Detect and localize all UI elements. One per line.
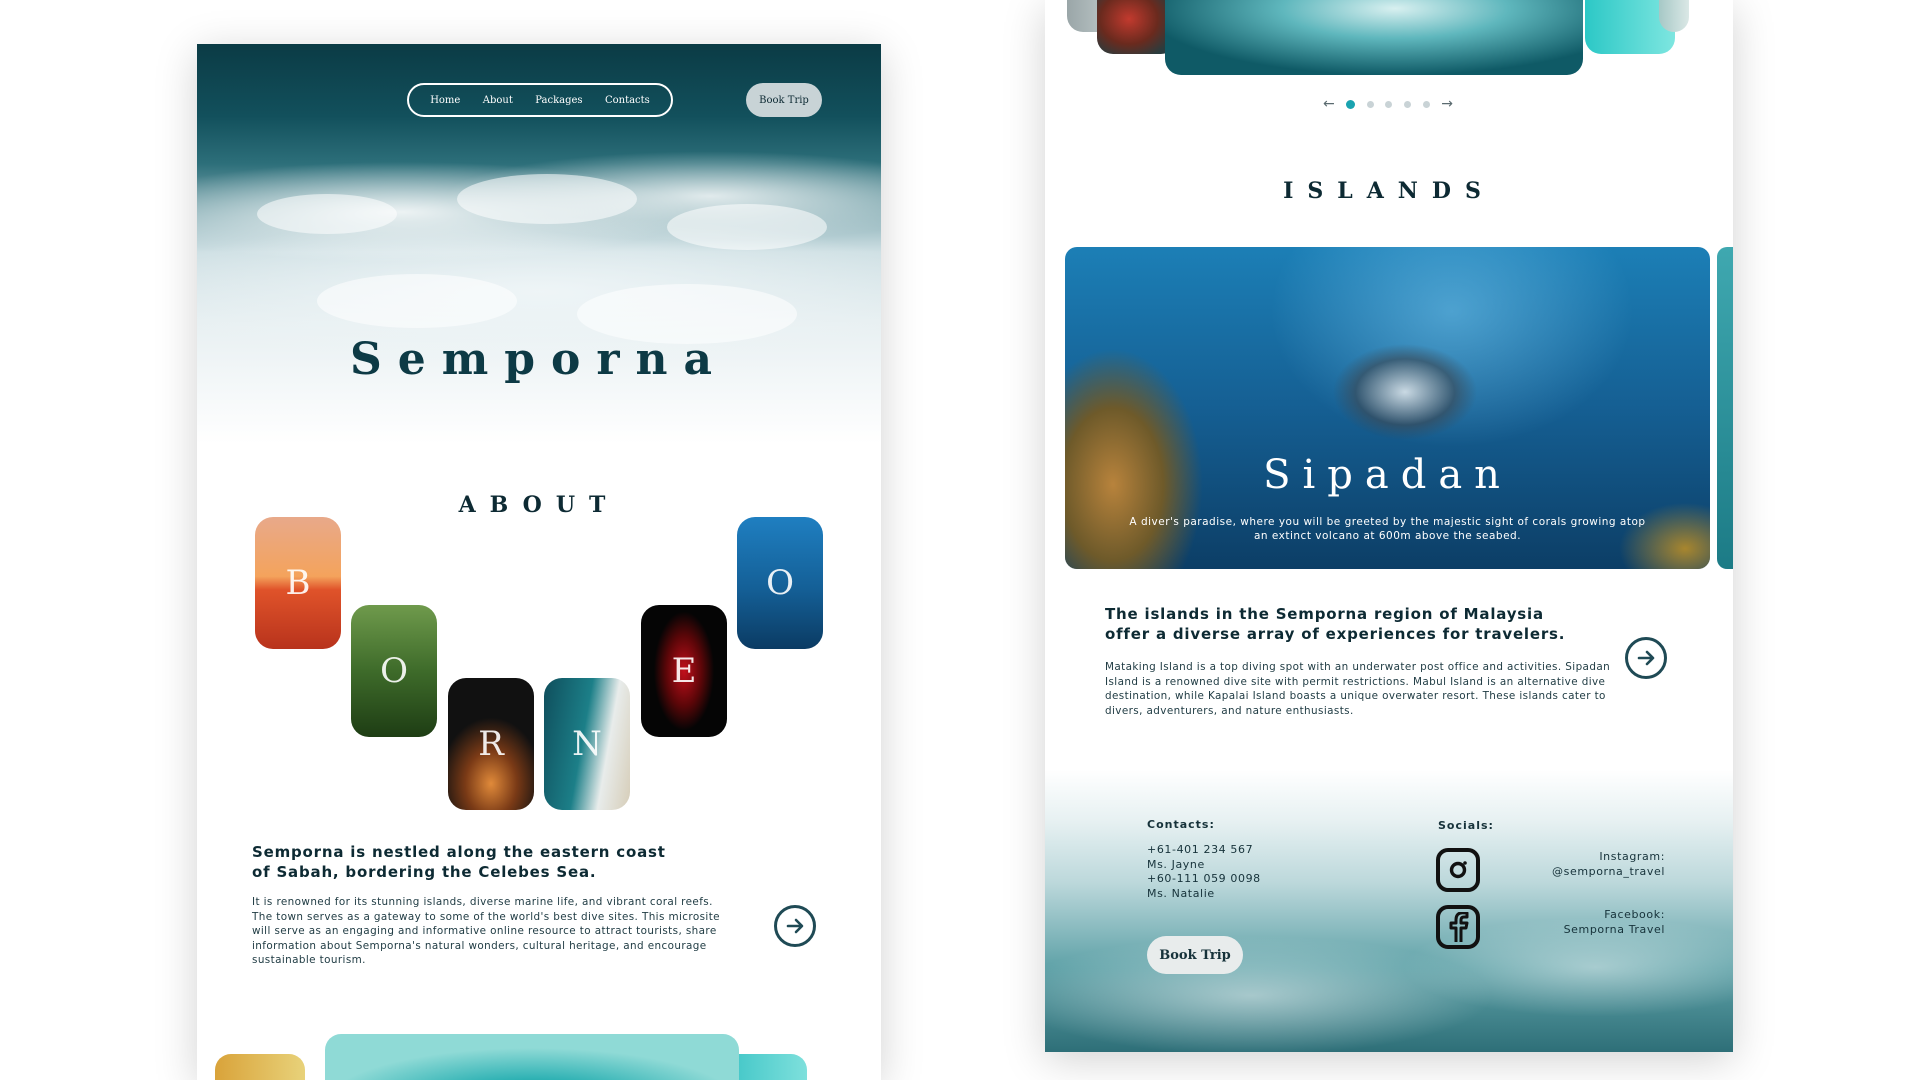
letter-card-coral: E	[641, 605, 727, 737]
carousel-next-arrow[interactable]: →	[1441, 96, 1453, 112]
carousel-prev-arrow[interactable]: ←	[1323, 96, 1335, 112]
socials-label: Socials:	[1438, 819, 1494, 832]
contacts-list: +61-401 234 567 Ms. Jayne +60-111 059 00…	[1147, 843, 1261, 901]
letter-e: E	[671, 651, 697, 691]
about-next-button[interactable]	[774, 905, 816, 947]
letter-card-reef: O	[737, 517, 823, 649]
carousel-card[interactable]	[1659, 0, 1689, 32]
nav-contacts-link[interactable]: Contacts	[605, 95, 650, 106]
letter-card-mosque: R	[448, 678, 534, 810]
letter-r: R	[478, 724, 504, 764]
islands-subheading: The islands in the Semporna region of Ma…	[1105, 605, 1566, 643]
contact-name: Ms. Natalie	[1147, 886, 1215, 900]
about-body-text: It is renowned for its stunning islands,…	[252, 896, 720, 966]
contact-name: Ms. Jayne	[1147, 857, 1205, 871]
island-card-sipadan[interactable]: Sipadan A diver's paradise, where you wi…	[1065, 247, 1710, 569]
instagram-handle[interactable]: @semporna_travel	[1505, 865, 1665, 880]
carousel-dot[interactable]	[1422, 100, 1430, 108]
arrow-right-icon	[1637, 650, 1655, 666]
instagram-label: Instagram:	[1599, 850, 1665, 863]
letter-card-sunset: B	[255, 517, 341, 649]
wave-foam	[667, 204, 827, 250]
semporna-home-mockup: Home About Packages Contacts Book Trip S…	[197, 44, 881, 1080]
nav-packages-link[interactable]: Packages	[535, 95, 582, 106]
letter-o-2: O	[766, 563, 794, 603]
footer-book-trip-button[interactable]: Book Trip	[1147, 936, 1243, 974]
island-card-next-peek[interactable]	[1717, 247, 1733, 569]
letter-card-forest: O	[351, 605, 437, 737]
facebook-handle[interactable]: Semporna Travel	[1505, 923, 1665, 938]
wave-foam	[317, 274, 517, 328]
arrow-right-icon	[786, 918, 804, 934]
semporna-islands-mockup: ← → ISLANDS Sipadan A diver's paradise, …	[1045, 0, 1733, 1052]
island-card-title: Sipadan	[1263, 452, 1512, 498]
nav-home-link[interactable]: Home	[430, 95, 460, 106]
nav-about-link[interactable]: About	[483, 95, 513, 106]
facebook-glyph-icon	[1449, 912, 1469, 942]
about-heading: ABOUT	[458, 492, 620, 518]
carousel-dot[interactable]	[1385, 100, 1393, 108]
letter-card-shore: N	[544, 678, 630, 810]
contact-phone[interactable]: +61-401 234 567	[1147, 843, 1261, 858]
carousel-dot[interactable]	[1346, 99, 1356, 109]
carousel-card-active[interactable]	[1165, 0, 1583, 75]
carousel-dot[interactable]	[1404, 100, 1412, 108]
instagram-info: Instagram: @semporna_travel	[1505, 850, 1665, 879]
carousel-card-active[interactable]	[325, 1034, 739, 1080]
letter-b: B	[285, 563, 311, 603]
diver-image	[1315, 317, 1515, 467]
hero-title: Semporna	[349, 334, 729, 385]
islands-heading: ISLANDS	[1283, 178, 1495, 204]
islands-body-text: Mataking Island is a top diving spot wit…	[1105, 661, 1611, 717]
instagram-icon[interactable]	[1436, 848, 1480, 892]
islands-next-button[interactable]	[1625, 637, 1667, 679]
about-subheading: Semporna is nestled along the eastern co…	[252, 843, 666, 881]
contact-phone[interactable]: +60-111 059 0098	[1147, 872, 1261, 887]
carousel-card[interactable]	[215, 1054, 305, 1080]
carousel-dot[interactable]	[1366, 100, 1374, 108]
carousel-pagination: ← →	[1323, 96, 1453, 112]
main-nav: Home About Packages Contacts	[407, 83, 673, 117]
facebook-info: Facebook: Semporna Travel	[1505, 908, 1665, 937]
facebook-label: Facebook:	[1604, 908, 1665, 921]
letter-o: O	[380, 651, 408, 691]
wave-foam	[457, 174, 637, 224]
facebook-icon[interactable]	[1436, 905, 1480, 949]
contacts-label: Contacts:	[1147, 818, 1215, 831]
wave-foam	[257, 194, 397, 234]
island-card-description: A diver's paradise, where you will be gr…	[1129, 516, 1646, 542]
instagram-glyph-icon	[1449, 861, 1467, 879]
letter-n: N	[572, 724, 602, 764]
book-trip-button[interactable]: Book Trip	[746, 83, 822, 117]
